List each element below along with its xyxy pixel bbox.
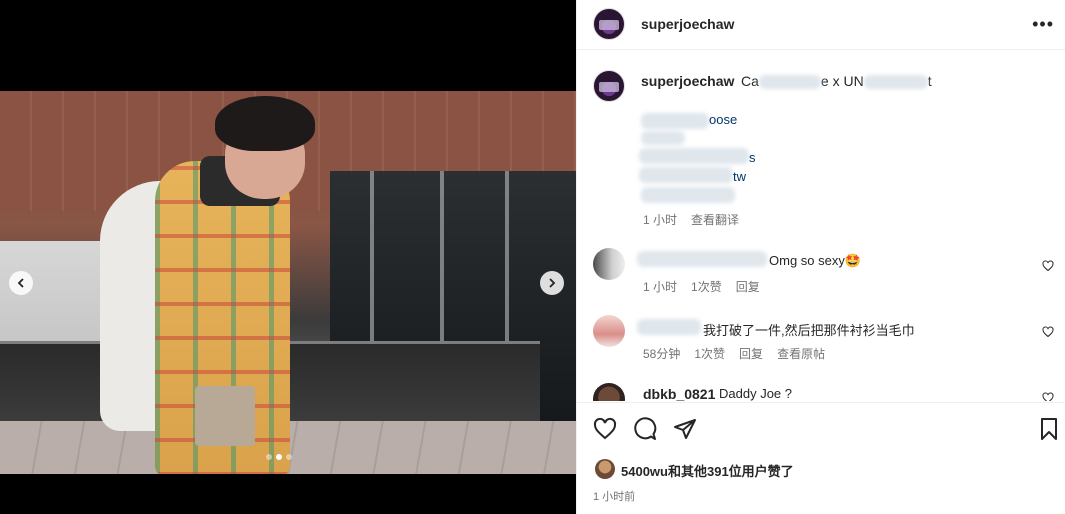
caption-link[interactable]: oose xyxy=(709,112,737,127)
author-avatar[interactable] xyxy=(593,8,625,40)
post-header: superjoechaw ••• xyxy=(577,0,1065,50)
comment-time: 58分钟 xyxy=(643,347,681,361)
comment-like-heart-icon[interactable] xyxy=(1042,326,1054,338)
bookmark-icon[interactable] xyxy=(1037,417,1061,441)
post-photo xyxy=(0,91,576,474)
likes-rest[interactable]: 和其他391位用户赞了 xyxy=(668,464,794,479)
commenter-avatar[interactable] xyxy=(593,248,625,280)
translate-link[interactable]: 查看翻译 xyxy=(691,211,739,228)
caption-text: Ca e x UN t xyxy=(741,73,932,90)
comment-text: Daddy Joe ? xyxy=(719,386,792,401)
commenter-avatar[interactable] xyxy=(593,315,625,347)
comment-text: Omg so sexy🤩 xyxy=(769,253,862,268)
caption-text-part: Ca xyxy=(741,73,759,89)
chevron-right-icon xyxy=(549,278,556,288)
carousel-prev-button[interactable] xyxy=(9,271,33,295)
redacted-text xyxy=(641,131,685,145)
author-username[interactable]: superjoechaw xyxy=(641,16,734,32)
like-heart-icon[interactable] xyxy=(593,417,617,441)
comment-likes[interactable]: 1次赞 xyxy=(694,345,725,362)
post-side-panel: superjoechaw ••• superjoechaw Ca e x UN t … xyxy=(576,0,1065,514)
liker-avatar[interactable] xyxy=(595,459,615,479)
carousel-next-button[interactable] xyxy=(540,271,564,295)
comment-bubble-icon[interactable] xyxy=(633,417,657,441)
reply-link[interactable]: 回复 xyxy=(736,278,760,295)
caption-time: 1 小时 xyxy=(643,213,678,227)
redacted-username xyxy=(637,251,767,267)
share-send-icon[interactable] xyxy=(673,417,697,441)
comment-username[interactable]: dbkb_0821 xyxy=(643,386,715,401)
caption-text-part: e x UN xyxy=(820,73,864,89)
view-original-link[interactable]: 查看原帖 xyxy=(777,345,825,362)
commenter-avatar[interactable] xyxy=(593,383,625,401)
comment-likes[interactable]: 1次赞 xyxy=(691,278,722,295)
comment-text: 我打破了一件,然后把那件衬衫当毛巾 xyxy=(703,323,915,338)
caption-avatar[interactable] xyxy=(593,70,625,102)
redacted-text xyxy=(758,75,821,90)
comment-meta: 1 小时 1次赞 回复 xyxy=(643,278,760,295)
likes-summary[interactable]: 5400wu和其他391位用户赞了 xyxy=(621,461,794,480)
post-media xyxy=(0,0,576,514)
comment-meta: 58分钟 1次赞 回复 查看原帖 xyxy=(643,345,825,362)
comment-like-heart-icon[interactable] xyxy=(1042,260,1054,272)
comment-time: 1 小时 xyxy=(643,280,678,294)
redacted-link xyxy=(639,167,733,183)
redacted-link xyxy=(641,113,709,129)
carousel-dot-active xyxy=(276,454,282,460)
chevron-left-icon xyxy=(17,278,24,288)
carousel-dot xyxy=(286,454,292,460)
redacted-text xyxy=(641,187,735,203)
redacted-text xyxy=(863,75,928,90)
post-action-bar: 5400wu和其他391位用户赞了 1 小时前 xyxy=(577,402,1065,512)
post-timestamp: 1 小时前 xyxy=(593,491,636,503)
caption-username[interactable]: superjoechaw xyxy=(641,73,734,89)
carousel-dots xyxy=(266,454,292,460)
carousel-dot xyxy=(266,454,272,460)
comment-like-heart-icon[interactable] xyxy=(1042,392,1054,401)
caption-link[interactable]: tw xyxy=(733,169,746,184)
reply-link[interactable]: 回复 xyxy=(739,345,763,362)
likes-user[interactable]: 5400wu xyxy=(621,464,668,479)
photo-person xyxy=(100,96,315,474)
redacted-username xyxy=(637,319,701,335)
caption-meta: 1 小时 查看翻译 xyxy=(643,211,739,228)
comments-scroll-area[interactable]: superjoechaw Ca e x UN t oose s tw 1 小时 查看… xyxy=(577,51,1065,401)
caption-text-part: t xyxy=(927,73,932,89)
redacted-link xyxy=(639,148,749,164)
caption-link[interactable]: s xyxy=(749,150,756,165)
more-options-icon[interactable]: ••• xyxy=(1032,14,1054,35)
